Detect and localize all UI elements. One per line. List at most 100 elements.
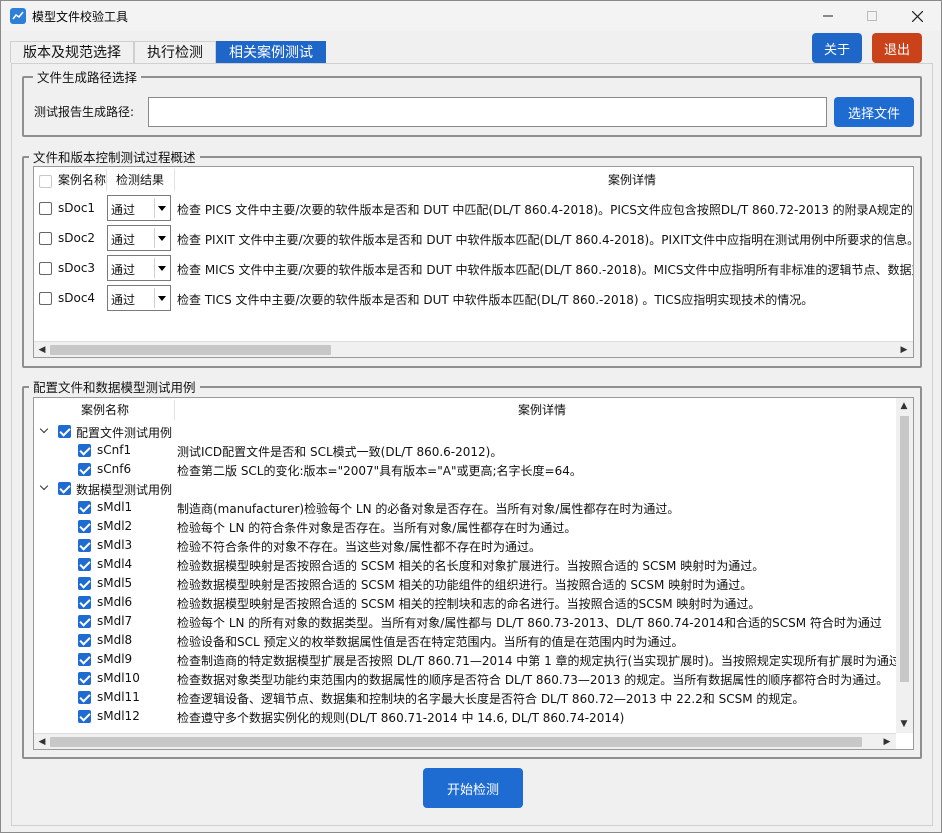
case-name: sMdl4 [97,557,133,571]
scroll-down-icon[interactable]: ▼ [896,716,912,732]
item-checkbox[interactable] [78,558,91,571]
result-select[interactable]: 通过 [107,255,171,281]
row-checkbox[interactable] [39,292,52,305]
maximize-icon [849,1,895,31]
item-checkbox[interactable] [78,634,91,647]
model-test-group-title: 配置文件和数据模型测试用例 [29,377,200,396]
case-detail: 检查 PICS 文件中主要/次要的软件版本是否和 DUT 中匹配(DL/T 86… [177,203,914,217]
result-select[interactable]: 通过 [107,285,171,311]
group-name: 数据模型测试用例 [76,483,173,497]
tab-execute-check[interactable]: 执行检测 [134,41,216,63]
item-checkbox[interactable] [78,444,91,457]
report-path-input[interactable] [148,97,827,127]
case-name: sDoc1 [58,201,96,215]
case-detail: 检验每个 LN 的所有对象的数据类型。当所有对象/属性都与 DL/T 860.7… [177,616,882,630]
tree-item-row: sMdl11 检查逻辑设备、逻辑节点、数据集和控制块的名字最大长度是否符合 DL… [34,688,913,707]
case-name: sMdl1 [97,500,133,514]
model-table-hscrollbar[interactable]: ◀ ▶ [34,733,896,749]
item-checkbox[interactable] [78,691,91,704]
case-name: sMdl12 [97,709,140,723]
scroll-thumb[interactable] [50,345,331,355]
item-checkbox[interactable] [78,672,91,685]
scroll-thumb[interactable] [50,737,862,747]
item-checkbox[interactable] [78,615,91,628]
item-checkbox[interactable] [78,596,91,609]
chevron-down-icon [154,228,168,248]
tree-group-row: 配置文件测试用例 [34,422,913,441]
doc-table-hscrollbar[interactable]: ◀ ▶ [34,341,913,357]
tab-related-cases[interactable]: 相关案例测试 [216,41,326,63]
scroll-left-icon[interactable]: ◀ [34,342,50,357]
tree-item-row: sMdl5 检验数据模型映射是否按照合适的 SCSM 相关的功能组件的组织进行。… [34,574,913,593]
close-icon[interactable] [894,1,940,31]
case-name: sMdl11 [97,690,140,704]
item-checkbox[interactable] [78,710,91,723]
item-checkbox[interactable] [78,463,91,476]
about-button[interactable]: 关于 [812,33,862,63]
col-header-name: 案例名称 [81,403,130,417]
result-select[interactable]: 通过 [107,195,171,221]
result-value: 通过 [111,263,136,277]
tree-item-row: sMdl8 检验设备和SCL 预定义的枚举数据属性值是否在特定范围内。当所有的值… [34,631,913,650]
scroll-up-icon[interactable]: ▲ [896,398,912,414]
row-checkbox[interactable] [39,232,52,245]
doc-table: 案例名称 检测结果 案例详情 sDoc1 通过 检查 PICS 文件中主要/次要… [33,166,914,358]
choose-file-button[interactable]: 选择文件 [834,97,914,127]
row-checkbox[interactable] [39,202,52,215]
item-checkbox[interactable] [78,501,91,514]
model-tree-table: 案例名称 案例详情 配置文件测试用例 sCnf1 测试ICD配置文件是否和 SC… [33,397,914,750]
row-checkbox[interactable] [39,262,52,275]
tree-item-row: sMdl9 检查制造商的特定数据模型扩展是否按照 DL/T 860.71—201… [34,650,913,669]
tree-group-row: 数据模型测试用例 [34,479,913,498]
case-detail: 检查 TICS 文件中主要/次要的软件版本是否和 DUT 中软件版本匹配(DL/… [177,293,814,307]
case-detail: 制造商(manufacturer)检验每个 LN 的必备对象是否存在。当所有对象… [177,502,680,516]
case-detail: 检验数据模型映射是否按照合适的 SCSM 相关的功能组件的组织进行。当按照合适的… [177,578,753,592]
group-checkbox[interactable] [58,482,71,495]
exit-button[interactable]: 退出 [872,33,922,63]
tab-version-spec[interactable]: 版本及规范选择 [10,41,134,63]
scroll-left-icon[interactable]: ◀ [34,734,50,749]
item-checkbox[interactable] [78,577,91,590]
item-checkbox[interactable] [78,653,91,666]
minimize-icon[interactable] [805,1,851,31]
model-table-header: 案例名称 案例详情 [34,398,896,422]
chevron-down-icon [154,258,168,278]
result-select[interactable]: 通过 [107,225,171,251]
model-table-vscrollbar[interactable]: ▲ ▼ [896,398,913,733]
case-name: sDoc2 [58,231,96,245]
case-name: sMdl9 [97,652,133,666]
case-name: sCnf6 [97,462,132,476]
case-detail: 检查遵守多个数据实例化的规则(DL/T 860.71-2014 中 14.6, … [177,711,625,725]
case-detail: 检验不符合条件的对象不存在。当这些对象/属性都不存在时为通过。 [177,540,542,554]
scroll-right-icon[interactable]: ▶ [879,734,895,749]
tree-item-row: sMdl2 检验每个 LN 的符合条件对象是否存在。当所有对象/属性都存在时为通… [34,517,913,536]
case-detail: 检查逻辑设备、逻辑节点、数据集和控制块的名字最大长度是否符合 DL/T 860.… [177,692,805,706]
tree-item-row: sCnf6 检查第二版 SCL的变化:版本="2007"具有版本="A"或更高;… [34,460,913,479]
tree-item-row: sMdl6 检验数据模型映射是否按照合适的 SCSM 相关的控制块和志的命名进行… [34,593,913,612]
item-checkbox[interactable] [78,520,91,533]
case-name: sDoc4 [58,291,96,305]
app-icon [10,8,26,24]
doc-row: sDoc3 通过 检查 MICS 文件中主要/次要的软件版本是否和 DUT 中软… [34,253,913,283]
tree-item-row: sMdl7 检验每个 LN 的所有对象的数据类型。当所有对象/属性都与 DL/T… [34,612,913,631]
doc-row: sDoc1 通过 检查 PICS 文件中主要/次要的软件版本是否和 DUT 中匹… [34,193,913,223]
chevron-down-icon[interactable] [40,426,50,436]
result-value: 通过 [111,203,136,217]
col-header-name: 案例名称 [58,173,106,187]
result-value: 通过 [111,233,136,247]
chevron-down-icon[interactable] [40,483,50,493]
case-name: sMdl5 [97,576,133,590]
case-name: sMdl2 [97,519,133,533]
case-name: sMdl8 [97,633,133,647]
case-detail: 检查数据对象类型功能约束范围内的数据属性的顺序是否符合 DL/T 860.73—… [177,673,889,687]
case-detail: 检验数据模型映射是否按照合适的 SCSM 相关的控制块和志的命名进行。当按照合适… [177,597,761,611]
select-all-checkbox[interactable] [39,175,52,188]
scroll-right-icon[interactable]: ▶ [896,342,912,357]
main-window: 模型文件校验工具 版本及规范选择 执行检测 相关案例测试 关于 退出 文件生成路… [0,0,942,833]
col-header-result: 检测结果 [116,173,165,187]
start-check-button[interactable]: 开始检测 [423,768,523,808]
group-checkbox[interactable] [58,425,71,438]
scroll-thumb[interactable] [900,416,909,682]
case-name: sMdl3 [97,538,133,552]
item-checkbox[interactable] [78,539,91,552]
